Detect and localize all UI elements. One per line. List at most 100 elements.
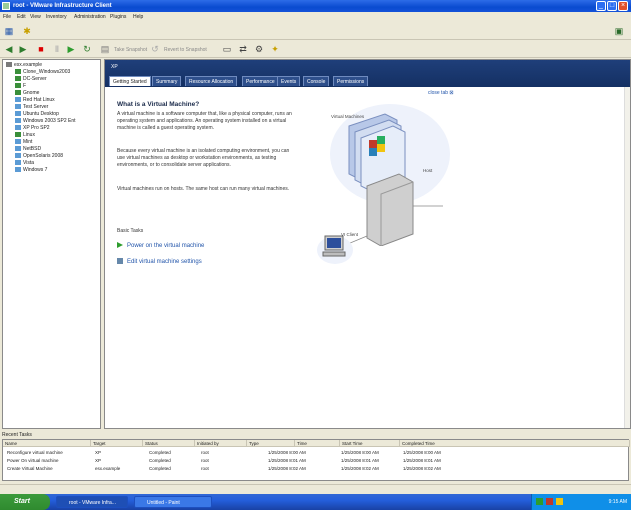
col-type[interactable]: Type (247, 440, 295, 447)
menu-help[interactable]: Help (133, 14, 143, 20)
main-panel: XP Getting Started Summary Resource Allo… (104, 59, 631, 429)
new-vm-icon[interactable]: ✱ (22, 26, 32, 36)
play-icon (117, 242, 123, 248)
col-initiated[interactable]: Initiated by (195, 440, 247, 447)
menu-bar: File Edit View Inventory Administration … (0, 12, 631, 21)
tree-item[interactable]: DC-Server (15, 76, 47, 83)
start-button[interactable]: Start (0, 494, 50, 510)
revert-label[interactable]: Revert to Snapshot (164, 47, 207, 53)
tab-console[interactable]: Console (303, 76, 330, 86)
vm-name: XP (111, 64, 118, 70)
menu-file[interactable]: File (3, 14, 11, 20)
host-server (366, 173, 414, 246)
col-target[interactable]: Target (91, 440, 143, 447)
tray-volume-icon[interactable] (556, 498, 563, 505)
power-on-task-link[interactable]: Power on the virtual machine (117, 242, 204, 249)
cell-initiated: root (201, 458, 209, 463)
tree-item[interactable]: F (15, 83, 26, 90)
cell-completed: 1/25/2008 8:00 AM (403, 450, 441, 455)
tree-item[interactable]: XP Pro SP2 (15, 125, 50, 132)
table-row[interactable]: Power On virtual machine (7, 458, 59, 463)
col-name[interactable]: Name (3, 440, 91, 447)
isolation-paragraph: Because every virtual machine is an isol… (117, 148, 290, 168)
take-snapshot-label[interactable]: Take Snapshot (114, 47, 147, 53)
console-icon[interactable]: ▭ (222, 44, 232, 54)
menu-view[interactable]: View (30, 14, 41, 20)
menu-administration[interactable]: Administration (74, 14, 106, 20)
clone-icon[interactable]: ✦ (270, 44, 280, 54)
tree-item[interactable]: Red Hat Linux (15, 97, 55, 104)
tree-item[interactable]: Windows 7 (15, 167, 47, 174)
vm-on-icon (15, 90, 21, 95)
vm-on-icon (15, 69, 21, 74)
vm-off-icon (15, 160, 21, 165)
vm-header: XP Getting Started Summary Resource Allo… (105, 60, 630, 87)
menu-inventory[interactable]: Inventory (46, 14, 67, 20)
tree-item[interactable]: Linux (15, 132, 35, 139)
table-row[interactable]: Create Virtual Machine (7, 466, 53, 471)
col-status[interactable]: Status (143, 440, 195, 447)
edit-settings-task-link[interactable]: Edit virtual machine settings (117, 258, 202, 265)
vm-on-icon (15, 132, 21, 137)
table-row[interactable]: Reconfigure virtual machine (7, 450, 63, 455)
tree-item[interactable]: OpenSolaris 2008 (15, 153, 63, 160)
forward-icon[interactable]: ▶ (18, 44, 28, 54)
vm-off-icon (15, 97, 21, 102)
cell-initiated: root (201, 450, 209, 455)
tab-performance[interactable]: Performance (242, 76, 279, 86)
col-completed-time[interactable]: Completed Time (400, 440, 630, 447)
revert-icon[interactable]: ↺ (150, 44, 160, 54)
vm-off-icon (15, 118, 21, 123)
tab-resource-allocation[interactable]: Resource Allocation (185, 76, 238, 86)
back-icon[interactable]: ◀ (4, 44, 14, 54)
minimize-button[interactable]: _ (596, 1, 606, 11)
host-icon (6, 62, 12, 67)
migrate-icon[interactable]: ⇄ (238, 44, 248, 54)
settings-icon (117, 258, 123, 264)
tree-item[interactable]: Windows 2003 SP2 Ent (15, 118, 76, 125)
client-label: VI Client (341, 232, 359, 237)
tree-item[interactable]: esx.example (6, 62, 42, 69)
reset-icon[interactable]: ↻ (82, 44, 92, 54)
close-button[interactable]: × (618, 1, 628, 11)
tab-events[interactable]: Events (277, 76, 301, 86)
taskbar-task-paint[interactable]: Untitled - Paint (134, 496, 212, 508)
tray-security-icon[interactable] (546, 498, 553, 505)
basic-tasks-heading: Basic Tasks (117, 228, 144, 234)
host-label: Host (423, 168, 433, 173)
vm-off-icon (15, 167, 21, 172)
power-on-icon[interactable]: ▶ (66, 44, 76, 54)
cell-time: 1/25/2008 8:01 AM (268, 458, 306, 463)
cell-start: 1/25/2008 8:01 AM (341, 458, 379, 463)
section-heading: What is a Virtual Machine? (117, 101, 200, 108)
cell-status: Completed (149, 450, 171, 455)
tree-item[interactable]: NetBSD (15, 146, 41, 153)
tree-item[interactable]: Vista (15, 160, 34, 167)
vm-off-icon (15, 153, 21, 158)
system-tray: 9:15 AM (531, 494, 631, 510)
menu-edit[interactable]: Edit (17, 14, 26, 20)
tab-getting-started[interactable]: Getting Started (109, 76, 151, 86)
tab-permissions[interactable]: Permissions (333, 76, 369, 86)
power-off-icon[interactable]: ■ (36, 44, 46, 54)
tree-item[interactable]: Mint (15, 139, 32, 146)
tab-summary[interactable]: Summary (152, 76, 182, 86)
tree-item[interactable]: Clone_Windows2003 (15, 69, 70, 76)
snapshot-icon[interactable]: ▤ (100, 44, 110, 54)
inventory-icon[interactable]: ▦ (4, 26, 14, 36)
settings-icon[interactable]: ⚙ (254, 44, 264, 54)
admin-icon[interactable]: ▣ (614, 26, 624, 36)
col-start-time[interactable]: Start Time (340, 440, 400, 447)
tree-item[interactable]: Ubuntu Desktop (15, 111, 59, 118)
tree-item[interactable]: Gnome (15, 90, 39, 97)
tray-network-icon[interactable] (536, 498, 543, 505)
suspend-icon[interactable]: Ⅱ (52, 44, 62, 54)
recent-tasks-panel: Recent Tasks Name Target Status Initiate… (0, 431, 631, 483)
taskbar-task-vmware[interactable]: root - VMware Infra... (56, 496, 128, 508)
maximize-button[interactable]: □ (607, 1, 617, 11)
tree-item[interactable]: Test Server (15, 104, 48, 111)
cell-target: XP (95, 458, 102, 463)
menu-plugins[interactable]: Plugins (110, 14, 126, 20)
vertical-scrollbar[interactable] (624, 87, 630, 428)
col-time[interactable]: Time (295, 440, 340, 447)
